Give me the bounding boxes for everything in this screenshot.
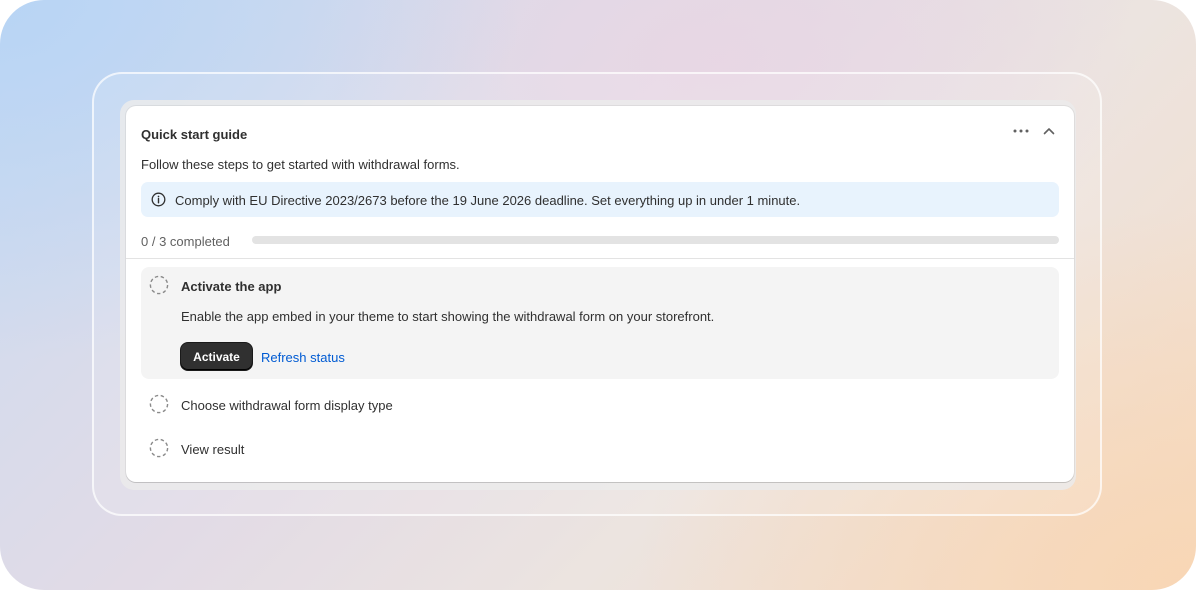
collapse-button[interactable]	[1038, 120, 1060, 142]
ellipsis-icon	[1013, 129, 1029, 133]
progress-label: 0 / 3 completed	[141, 234, 230, 249]
card-description: Follow these steps to get started with w…	[141, 157, 460, 172]
step-view-result[interactable]: View result	[141, 433, 1059, 465]
step-description: Enable the app embed in your theme to st…	[181, 309, 715, 324]
incomplete-step-icon	[149, 275, 169, 295]
step-choose-display-type[interactable]: Choose withdrawal form display type	[141, 389, 1059, 421]
chevron-up-icon	[1043, 128, 1055, 135]
info-icon	[151, 192, 166, 207]
step-activate-app[interactable]: Activate the app Enable the app embed in…	[141, 267, 1059, 379]
divider	[126, 258, 1074, 259]
banner-text: Comply with EU Directive 2023/2673 befor…	[175, 193, 801, 208]
more-actions-button[interactable]	[1010, 120, 1032, 142]
incomplete-step-icon	[149, 394, 169, 414]
step-title: Activate the app	[181, 279, 282, 294]
step-title: View result	[181, 442, 245, 457]
info-banner: Comply with EU Directive 2023/2673 befor…	[141, 182, 1059, 217]
step-title: Choose withdrawal form display type	[181, 398, 393, 413]
incomplete-step-icon	[149, 438, 169, 458]
quick-start-card: Quick start guide Follow these steps to …	[126, 106, 1074, 482]
refresh-status-link[interactable]: Refresh status	[261, 350, 345, 365]
activate-button[interactable]: Activate	[181, 343, 252, 370]
card-title: Quick start guide	[141, 127, 248, 142]
progress-bar	[252, 236, 1059, 244]
